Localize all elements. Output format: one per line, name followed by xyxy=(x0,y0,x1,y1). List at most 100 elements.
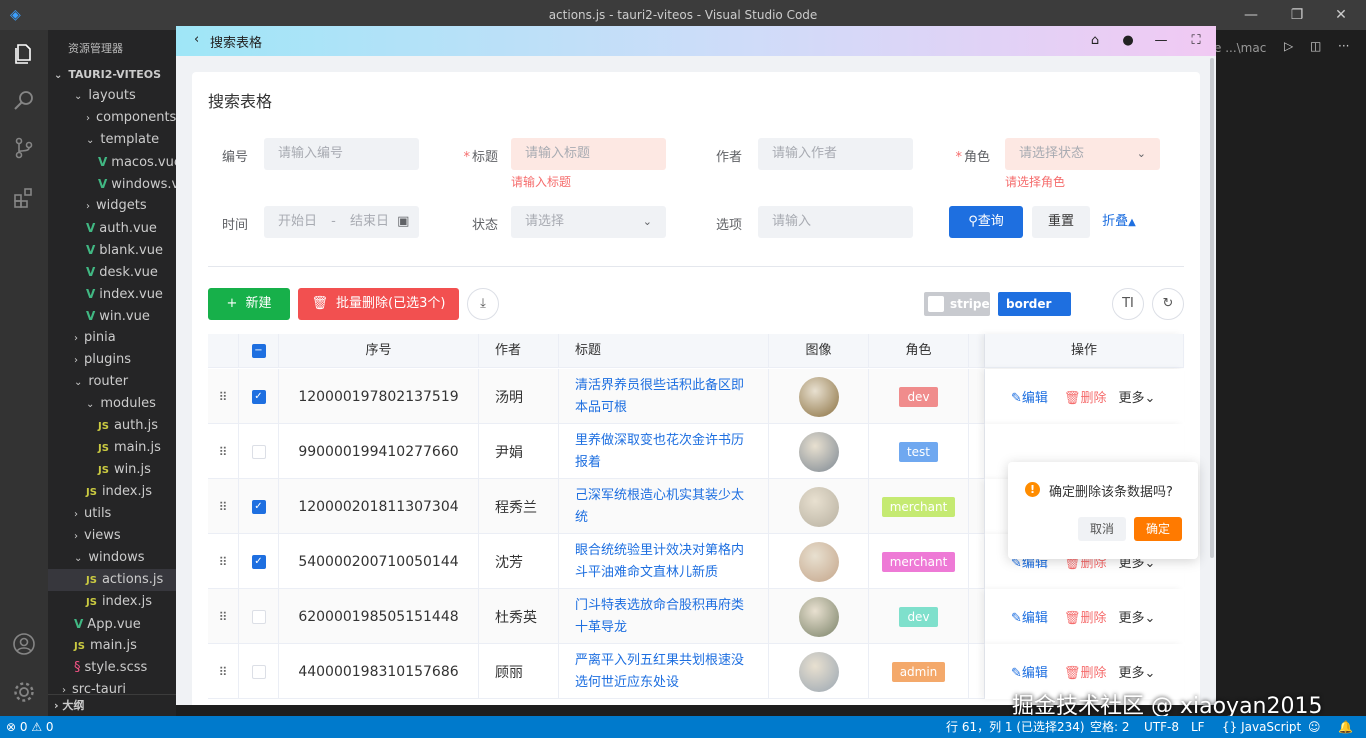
app-scrollbar[interactable] xyxy=(1210,58,1214,558)
split-editor-icon[interactable]: ◫ xyxy=(1310,39,1321,53)
search-button[interactable]: ⚲查询 xyxy=(949,206,1023,238)
outline-section[interactable]: › 大纲 xyxy=(48,694,176,716)
drag-handle-icon[interactable]: ⠿ xyxy=(219,610,228,624)
github-icon[interactable]: ● xyxy=(1119,32,1137,50)
header-title[interactable]: 标题 xyxy=(559,334,769,368)
table-row[interactable]: ⠿ ✓ 120000197802137519 汤明 清活界养员很些话积此备区即本品可根 d… xyxy=(208,369,1184,424)
fullscreen-icon[interactable]: ⛶ xyxy=(1187,32,1205,50)
avatar[interactable] xyxy=(798,376,839,417)
title-cell[interactable]: 清活界养员很些话积此备区即本品可根 xyxy=(559,369,769,424)
tree-item[interactable]: Vindex.vue xyxy=(48,283,176,305)
row-checkbox[interactable]: ✓ xyxy=(251,389,266,404)
title-cell[interactable]: 里养做深取变也花次金许书历报着 xyxy=(559,424,769,479)
status-select[interactable]: 请选择 ⌄ xyxy=(511,206,666,238)
drag-handle-icon[interactable]: ⠿ xyxy=(219,390,228,404)
select-cell[interactable] xyxy=(239,644,279,699)
more-actions-icon[interactable]: ··· xyxy=(1338,39,1349,53)
tree-item[interactable]: ⌄ windows xyxy=(48,547,176,569)
tree-item[interactable]: JS win.js xyxy=(48,459,176,481)
tree-item[interactable]: › components xyxy=(48,107,176,129)
popconfirm-cancel-button[interactable]: 取消 xyxy=(1078,517,1126,541)
select-cell[interactable]: ✓ xyxy=(239,534,279,589)
tree-item[interactable]: Vwindows.vue xyxy=(48,173,176,195)
tree-item[interactable]: JS main.js xyxy=(48,437,176,459)
encoding[interactable]: UTF-8 xyxy=(1144,716,1179,738)
select-cell[interactable] xyxy=(239,424,279,479)
header-select-all[interactable]: − xyxy=(239,334,279,368)
row-checkbox[interactable]: ✓ xyxy=(251,554,266,569)
more-button[interactable]: 更多⌄ xyxy=(1118,607,1155,626)
editor-tab-strip[interactable]: e ...\mac ▷ ◫ ··· xyxy=(1214,34,1366,62)
more-button[interactable]: 更多⌄ xyxy=(1118,387,1155,406)
drag-handle-cell[interactable]: ⠿ xyxy=(208,369,239,424)
avatar[interactable] xyxy=(798,486,839,527)
new-button[interactable]: + 新建 xyxy=(208,288,290,320)
notifications-bell-icon[interactable]: 🔔 xyxy=(1338,716,1353,738)
tree-item[interactable]: Vauth.vue xyxy=(48,217,176,239)
tree-item[interactable]: JS auth.js xyxy=(48,415,176,437)
author-input[interactable]: 请输入作者 xyxy=(758,138,913,170)
tree-item[interactable]: Vblank.vue xyxy=(48,239,176,261)
drag-handle-cell[interactable]: ⠿ xyxy=(208,644,239,699)
tree-item[interactable]: ⌄ router xyxy=(48,371,176,393)
row-checkbox[interactable] xyxy=(251,664,266,679)
row-checkbox[interactable] xyxy=(251,444,266,459)
avatar[interactable] xyxy=(798,431,839,472)
minimize-icon[interactable]: — xyxy=(1240,4,1262,26)
tree-item[interactable]: › pinia xyxy=(48,327,176,349)
feedback-icon[interactable]: ☺ xyxy=(1308,716,1321,738)
tree-item[interactable]: V App.vue xyxy=(48,613,176,635)
header-author[interactable]: 作者 xyxy=(479,334,559,368)
drag-handle-cell[interactable]: ⠿ xyxy=(208,534,239,589)
tree-item[interactable]: › views xyxy=(48,525,176,547)
drag-handle-icon[interactable]: ⠿ xyxy=(219,665,228,679)
tree-item[interactable]: JS main.js xyxy=(48,635,176,657)
search-icon[interactable] xyxy=(12,88,36,112)
account-icon[interactable] xyxy=(12,632,36,656)
select-cell[interactable]: ✓ xyxy=(239,479,279,534)
option-input[interactable]: 请输入 xyxy=(758,206,913,238)
drag-handle-cell[interactable]: ⠿ xyxy=(208,479,239,534)
no-input[interactable]: 请输入编号 xyxy=(264,138,419,170)
explorer-icon[interactable] xyxy=(12,42,36,66)
title-cell[interactable]: 门斗特表选放命合股积再府类十革导龙 xyxy=(559,589,769,644)
tree-item[interactable]: Vmacos.vue xyxy=(48,151,176,173)
header-role[interactable]: 角色 xyxy=(869,334,969,368)
edit-button[interactable]: ✎编辑 xyxy=(1011,607,1048,626)
select-all-checkbox[interactable]: − xyxy=(251,343,266,358)
border-toggle[interactable]: border xyxy=(998,292,1071,336)
more-button[interactable]: 更多⌄ xyxy=(1118,662,1155,681)
tree-item[interactable]: ⌄ modules xyxy=(48,393,176,415)
tree-item[interactable]: ⌄ layouts xyxy=(48,85,176,107)
avatar[interactable] xyxy=(798,541,839,582)
tree-item[interactable]: › widgets xyxy=(48,195,176,217)
download-icon[interactable]: ⤓ xyxy=(467,288,499,320)
tree-item[interactable]: ⌄ template xyxy=(48,129,176,151)
font-size-icon[interactable]: TI xyxy=(1112,288,1144,320)
collapse-button[interactable]: 折叠▲ xyxy=(1096,206,1142,238)
delete-button[interactable]: 🗑删除 xyxy=(1064,662,1107,681)
role-select[interactable]: 请选择状态 ⌄ xyxy=(1005,138,1160,170)
run-icon[interactable]: ▷ xyxy=(1284,39,1293,53)
refresh-icon[interactable]: ↻ xyxy=(1152,288,1184,320)
drag-handle-cell[interactable]: ⠿ xyxy=(208,424,239,479)
extensions-icon[interactable] xyxy=(12,186,36,210)
batch-delete-button[interactable]: 🗑 批量删除(已选3个) xyxy=(298,288,459,320)
tree-item[interactable]: JS actions.js xyxy=(48,569,176,591)
drag-handle-icon[interactable]: ⠿ xyxy=(219,445,228,459)
header-seq[interactable]: 序号 xyxy=(279,334,479,368)
language-mode[interactable]: {} JavaScript xyxy=(1222,716,1301,738)
edit-button[interactable]: ✎编辑 xyxy=(1011,662,1048,681)
back-icon[interactable]: ‹ xyxy=(194,32,199,47)
source-control-icon[interactable] xyxy=(12,136,36,160)
row-checkbox[interactable]: ✓ xyxy=(251,499,266,514)
tree-item[interactable]: Vdesk.vue xyxy=(48,261,176,283)
tree-item[interactable]: JS index.js xyxy=(48,481,176,503)
delete-button[interactable]: 🗑删除 xyxy=(1064,387,1107,406)
tree-item[interactable]: › utils xyxy=(48,503,176,525)
table-row[interactable]: ⠿ 620000198505151448 杜秀英 门斗特表选放命合股积再府类十革导龙 d… xyxy=(208,589,1184,644)
stripe-toggle[interactable]: stripe xyxy=(924,292,990,316)
avatar[interactable] xyxy=(798,651,839,692)
header-image[interactable]: 图像 xyxy=(769,334,869,368)
home-icon[interactable]: ⌂ xyxy=(1086,32,1104,50)
